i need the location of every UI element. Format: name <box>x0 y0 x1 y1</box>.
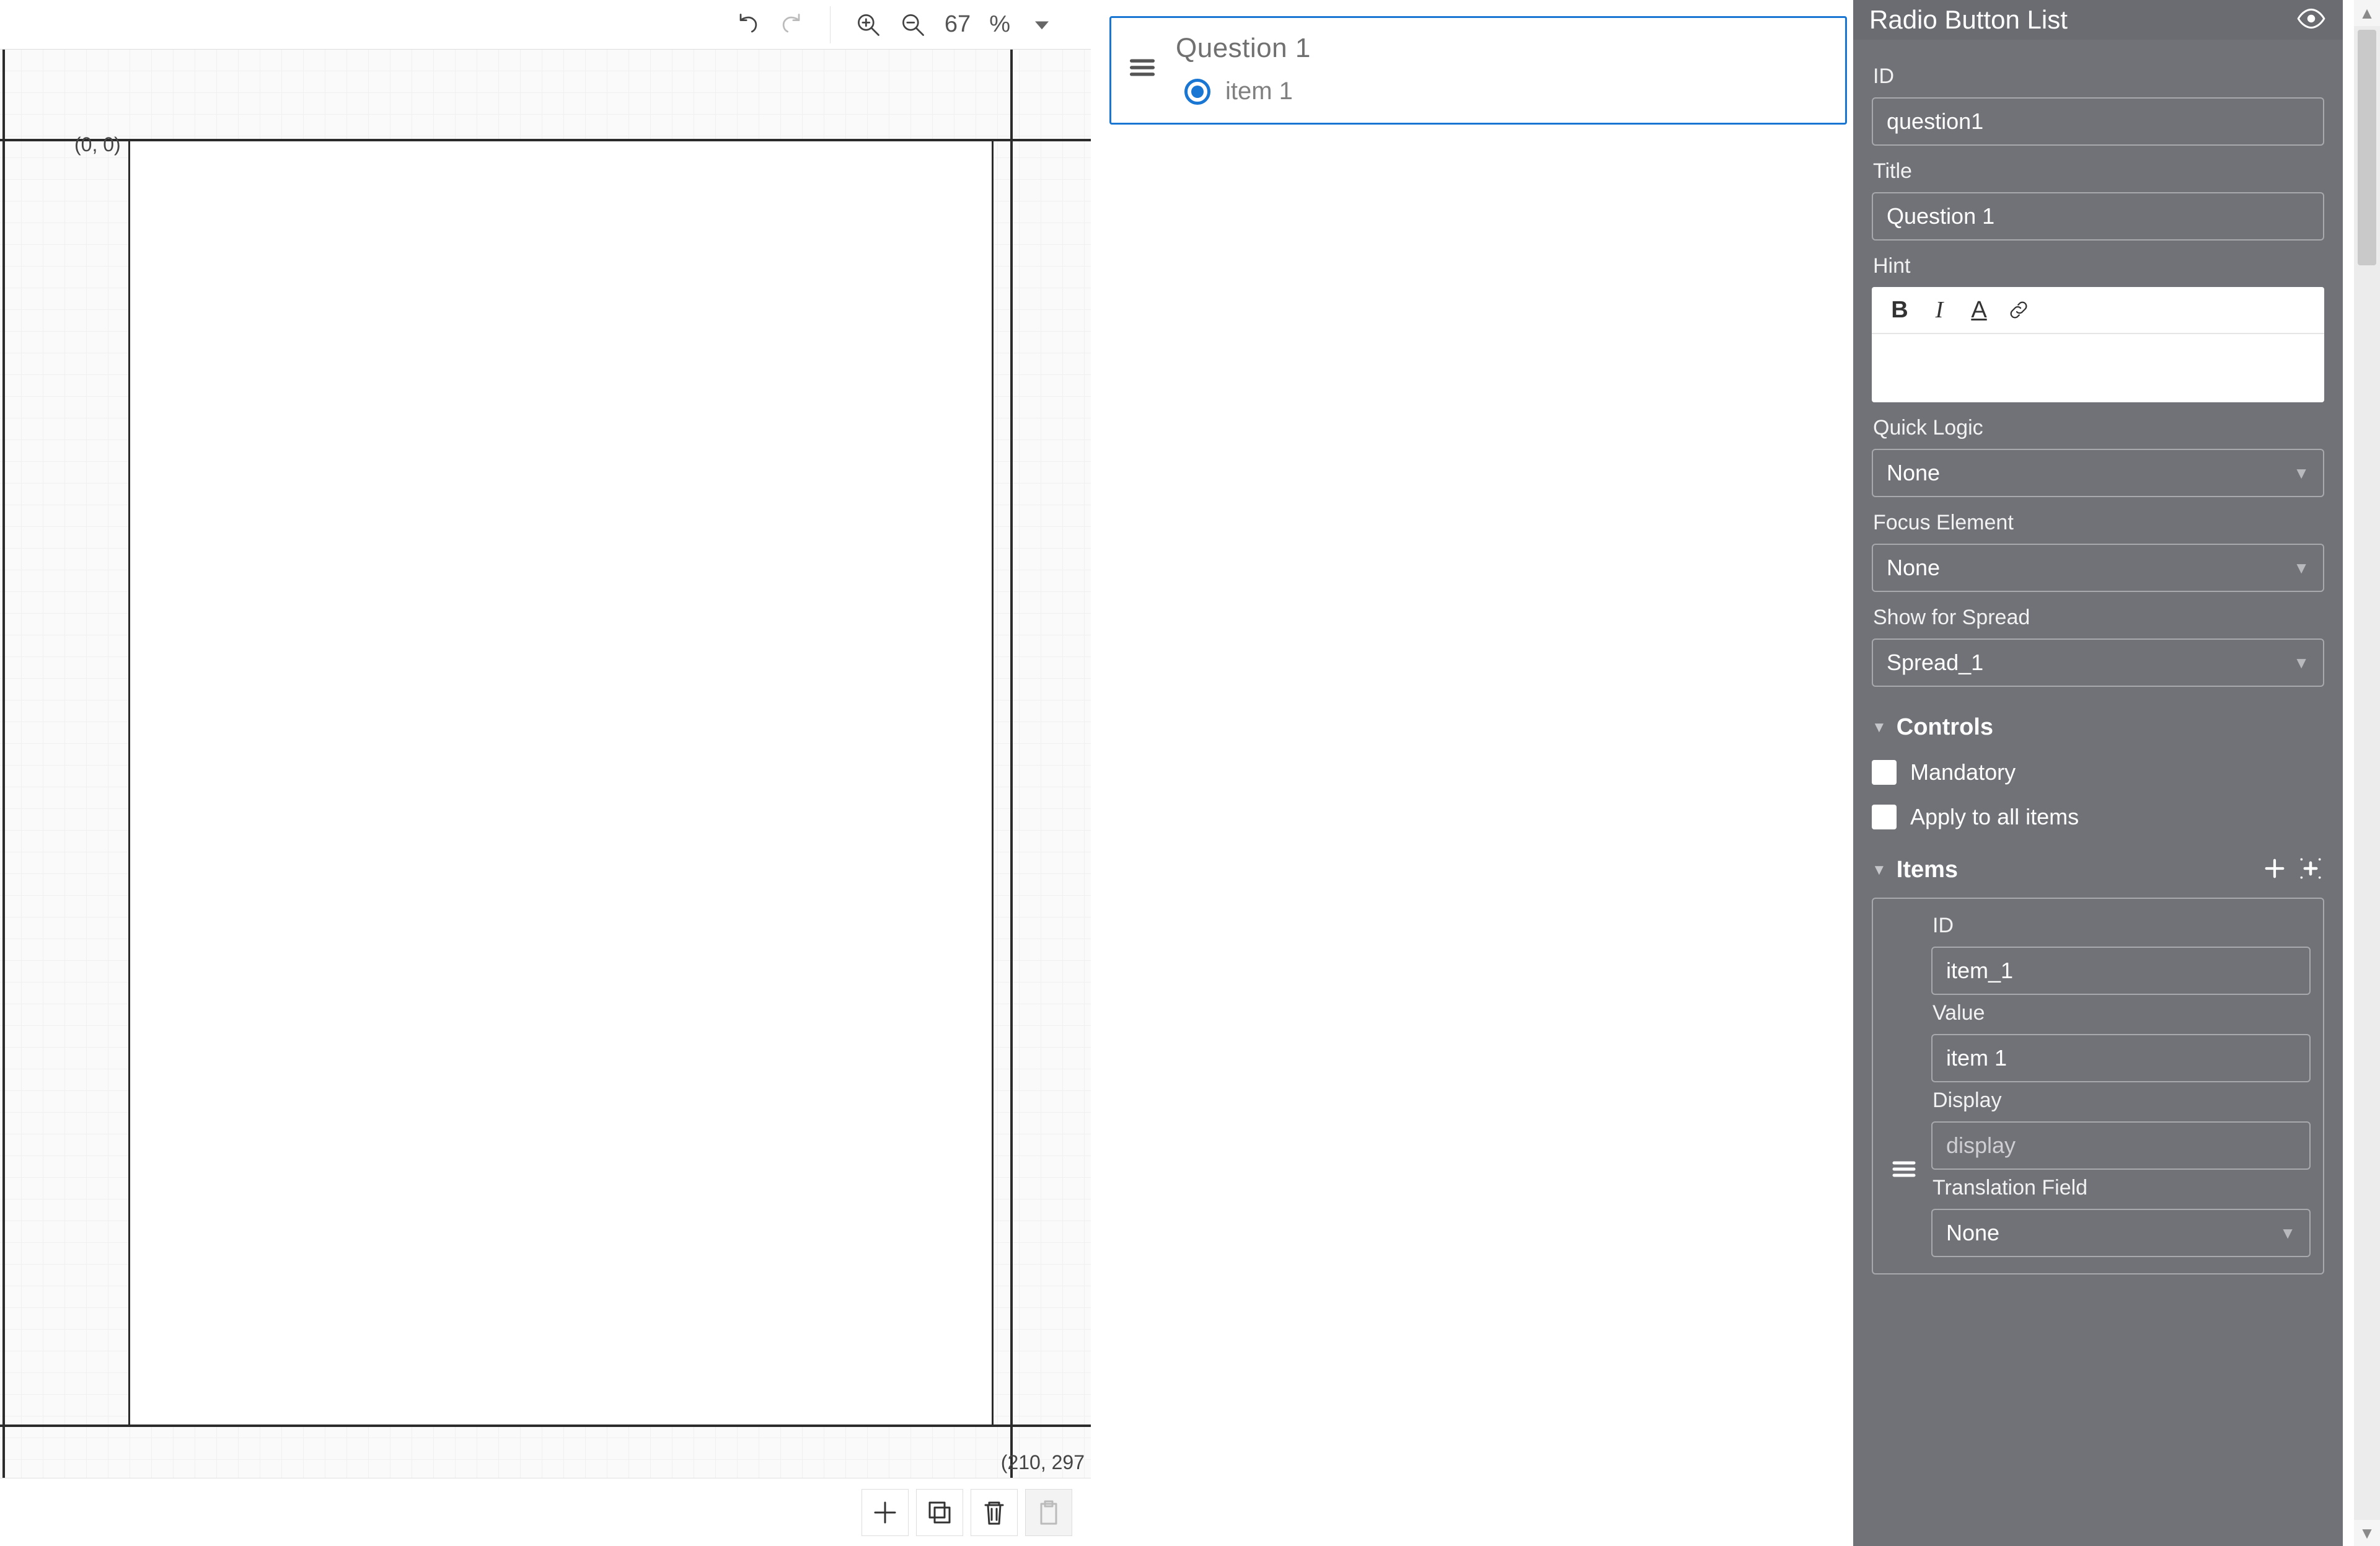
hint-label: Hint <box>1873 254 2324 278</box>
undo-button[interactable] <box>732 9 763 40</box>
focus-element-label: Focus Element <box>1873 511 2324 535</box>
apply-all-checkbox-row[interactable]: Apply to all items <box>1872 804 2324 830</box>
item-translation-select[interactable]: None ▼ <box>1931 1209 2311 1257</box>
item-value-label: Value <box>1933 1001 2311 1025</box>
hint-textarea[interactable] <box>1872 334 2324 402</box>
underline-icon[interactable]: A <box>1965 296 1993 324</box>
visibility-icon[interactable] <box>2296 3 2327 37</box>
spread-select[interactable]: Spread_1 ▼ <box>1872 638 2324 687</box>
radio-item-label: item 1 <box>1225 77 1293 105</box>
chevron-down-icon: ▼ <box>2293 464 2309 483</box>
collapse-icon: ▼ <box>1872 719 1887 736</box>
add-multi-icon[interactable] <box>2297 855 2324 885</box>
controls-section-header[interactable]: ▼ Controls <box>1872 714 2324 741</box>
controls-section-title: Controls <box>1897 714 1993 741</box>
mandatory-checkbox[interactable] <box>1872 760 1897 785</box>
drag-handle-icon[interactable] <box>1111 18 1173 84</box>
item-translation-value: None <box>1946 1220 1999 1246</box>
zoom-value: 67 <box>942 11 973 38</box>
apply-all-checkbox[interactable] <box>1872 805 1897 829</box>
item-id-field[interactable] <box>1931 947 2311 995</box>
ruler-line-v-left <box>2 50 5 1478</box>
radio-item[interactable]: item 1 <box>1176 77 1828 105</box>
properties-title: Radio Button List <box>1869 5 2068 35</box>
properties-header: Radio Button List <box>1853 0 2343 40</box>
question-title: Question 1 <box>1176 33 1828 64</box>
item-display-field[interactable] <box>1931 1121 2311 1170</box>
item-card: ID Value Display Translation Field None … <box>1872 898 2324 1274</box>
item-drag-handle-icon[interactable] <box>1885 908 1923 1257</box>
chevron-down-icon: ▼ <box>2293 559 2309 578</box>
zoom-unit: % <box>987 11 1013 38</box>
question-card[interactable]: Question 1 item 1 <box>1109 16 1847 125</box>
scrollbar[interactable]: ▲ ▼ <box>2354 0 2380 1546</box>
apply-all-label: Apply to all items <box>1910 804 2079 830</box>
mandatory-checkbox-row[interactable]: Mandatory <box>1872 759 2324 785</box>
id-label: ID <box>1873 64 2324 89</box>
item-display-label: Display <box>1933 1089 2311 1113</box>
id-field[interactable] <box>1872 97 2324 146</box>
zoom-dropdown-button[interactable] <box>1026 9 1057 40</box>
properties-panel: Radio Button List ID Title Hint B I A <box>1853 0 2343 1546</box>
quick-logic-value: None <box>1887 460 1940 486</box>
chevron-down-icon: ▼ <box>2280 1224 2296 1243</box>
add-button[interactable] <box>862 1489 909 1536</box>
ruler-line-h-bottom <box>0 1425 1091 1427</box>
bold-icon[interactable]: B <box>1885 296 1914 324</box>
origin-coords: (0, 0) <box>74 133 121 156</box>
scroll-thumb[interactable] <box>2358 30 2376 265</box>
add-item-icon[interactable] <box>2262 856 2287 884</box>
artboard-page[interactable] <box>130 141 992 1425</box>
ruler-line-v-right-outer <box>1010 50 1013 1478</box>
spread-label: Show for Spread <box>1873 606 2324 630</box>
link-icon[interactable] <box>2004 296 2033 324</box>
item-translation-label: Translation Field <box>1933 1176 2311 1200</box>
quick-logic-label: Quick Logic <box>1873 416 2324 440</box>
paste-button[interactable] <box>1025 1489 1072 1536</box>
title-label: Title <box>1873 159 2324 183</box>
collapse-icon: ▼ <box>1872 862 1887 879</box>
scroll-up-icon[interactable]: ▲ <box>2354 0 2380 26</box>
italic-icon[interactable]: I <box>1925 296 1954 324</box>
zoom-in-button[interactable] <box>853 9 884 40</box>
canvas-toolbar: 67 % <box>0 0 1091 50</box>
item-value-field[interactable] <box>1931 1034 2311 1082</box>
hint-editor[interactable]: B I A <box>1872 287 2324 402</box>
spread-value: Spread_1 <box>1887 650 1983 676</box>
chevron-down-icon: ▼ <box>2293 653 2309 673</box>
canvas-grid[interactable]: (0, 0) (210, 297 <box>0 50 1091 1478</box>
canvas-bottom-bar <box>0 1478 1091 1546</box>
extent-coords: (210, 297 <box>1001 1451 1085 1474</box>
items-section-header[interactable]: ▼ Items <box>1872 855 2324 885</box>
redo-button[interactable] <box>777 9 808 40</box>
mandatory-label: Mandatory <box>1910 759 2016 785</box>
questions-panel: Question 1 item 1 <box>1091 0 1853 1546</box>
focus-element-value: None <box>1887 555 1940 581</box>
radio-icon[interactable] <box>1184 79 1210 105</box>
items-section-title: Items <box>1897 857 1958 883</box>
copy-button[interactable] <box>916 1489 963 1536</box>
divider <box>830 6 831 43</box>
delete-button[interactable] <box>971 1489 1018 1536</box>
canvas-panel: 67 % (0, 0) (210, 297 <box>0 0 1091 1546</box>
title-field[interactable] <box>1872 192 2324 241</box>
focus-element-select[interactable]: None ▼ <box>1872 544 2324 592</box>
item-id-label: ID <box>1933 914 2311 938</box>
quick-logic-select[interactable]: None ▼ <box>1872 449 2324 497</box>
scroll-down-icon[interactable]: ▼ <box>2354 1520 2380 1546</box>
zoom-out-button[interactable] <box>897 9 928 40</box>
